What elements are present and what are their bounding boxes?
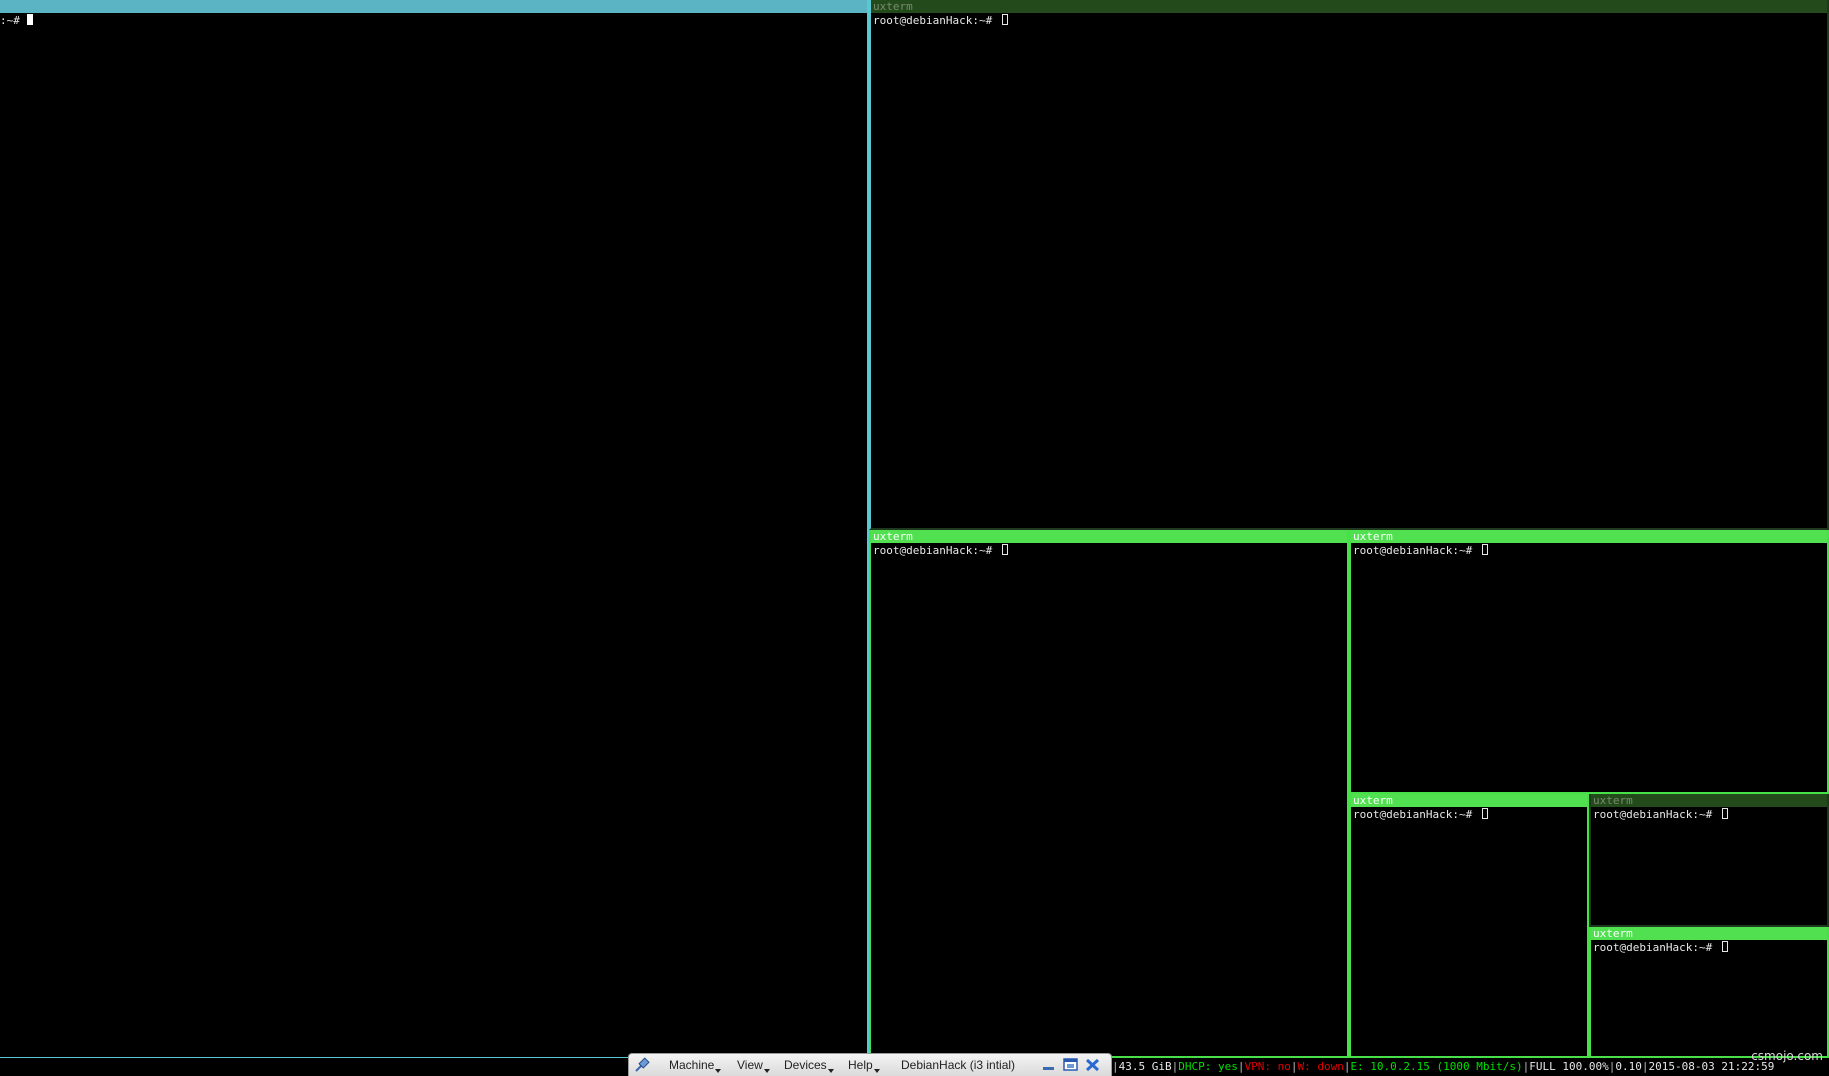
- terminal-prompt: root@debianHack:~#: [1353, 544, 1479, 557]
- desktop: :~# uxterm root@debianHack:~# uxterm roo…: [0, 0, 1829, 1076]
- terminal-content[interactable]: root@debianHack:~#: [1593, 941, 1827, 1056]
- vm-title: DebianHack (i3 intial): [901, 1058, 1016, 1072]
- terminal-window-low-c[interactable]: uxterm root@debianHack:~#: [1589, 927, 1829, 1058]
- status-disk: 43.5 GiB: [1118, 1060, 1172, 1073]
- terminal-content[interactable]: root@debianHack:~#: [1353, 808, 1587, 1056]
- window-titlebar[interactable]: uxterm: [1351, 530, 1827, 543]
- pin-icon[interactable]: [634, 1057, 650, 1072]
- window-titlebar[interactable]: uxterm: [1591, 927, 1827, 940]
- status-dhcp: DHCP: yes: [1178, 1060, 1238, 1073]
- window-titlebar-focused[interactable]: [0, 0, 867, 13]
- terminal-cursor: [26, 14, 33, 25]
- window-titlebar[interactable]: uxterm: [871, 530, 1347, 543]
- terminal-cursor: [1721, 941, 1728, 952]
- terminal-cursor: [1721, 808, 1728, 819]
- window-title: uxterm: [1353, 530, 1393, 543]
- terminal-prompt: root@debianHack:~#: [1353, 808, 1479, 821]
- terminal-window-mid-right[interactable]: uxterm root@debianHack:~#: [1349, 530, 1829, 794]
- terminal-prompt: root@debianHack:~#: [873, 544, 999, 557]
- window-title: uxterm: [873, 0, 913, 13]
- minimize-icon[interactable]: [1041, 1058, 1056, 1072]
- status-battery: FULL 100.00%: [1529, 1060, 1609, 1073]
- restore-icon[interactable]: [1063, 1058, 1078, 1072]
- terminal-window-top-right[interactable]: uxterm root@debianHack:~#: [869, 0, 1829, 530]
- close-icon[interactable]: [1085, 1058, 1100, 1072]
- terminal-prompt: :~#: [0, 14, 27, 27]
- focus-border-bottom: [0, 1057, 628, 1058]
- terminal-content[interactable]: root@debianHack:~#: [1353, 544, 1827, 792]
- i3-status-bar: |43.5 GiB|DHCP: yes|VPN: no|W: down|E: 1…: [1112, 1058, 1829, 1076]
- terminal-cursor: [1001, 544, 1008, 555]
- window-title: uxterm: [1593, 794, 1633, 807]
- menu-help[interactable]: Help: [848, 1058, 880, 1073]
- menu-machine[interactable]: Machine: [669, 1058, 721, 1073]
- terminal-content[interactable]: :~#: [0, 14, 867, 1058]
- terminal-content[interactable]: root@debianHack:~#: [873, 544, 1347, 1056]
- terminal-content[interactable]: root@debianHack:~#: [1593, 808, 1827, 925]
- terminal-prompt: root@debianHack:~#: [873, 14, 999, 27]
- terminal-content[interactable]: root@debianHack:~#: [873, 14, 1827, 528]
- watermark: csmojo.com: [1751, 1049, 1823, 1063]
- terminal-window-low-a[interactable]: uxterm root@debianHack:~#: [1349, 794, 1589, 1058]
- terminal-window-low-b[interactable]: uxterm root@debianHack:~#: [1589, 794, 1829, 927]
- terminal-cursor: [1481, 808, 1488, 819]
- terminal-prompt: root@debianHack:~#: [1593, 808, 1719, 821]
- menu-devices[interactable]: Devices: [784, 1058, 834, 1073]
- status-vpn: VPN: no: [1244, 1060, 1291, 1073]
- status-load: 0.10: [1615, 1060, 1642, 1073]
- terminal-cursor: [1481, 544, 1488, 555]
- window-title: uxterm: [1353, 794, 1393, 807]
- terminal-window-mid-left[interactable]: uxterm root@debianHack:~#: [869, 530, 1349, 1058]
- status-ethernet: E: 10.0.2.15 (1000 Mbit/s): [1350, 1060, 1523, 1073]
- virtualbox-mini-toolbar[interactable]: Machine View Devices Help DebianHack (i3…: [628, 1053, 1112, 1076]
- menu-view[interactable]: View: [737, 1058, 770, 1073]
- terminal-prompt: root@debianHack:~#: [1593, 941, 1719, 954]
- terminal-cursor: [1001, 14, 1008, 25]
- window-titlebar[interactable]: uxterm: [1591, 794, 1827, 807]
- window-title: uxterm: [873, 530, 913, 543]
- window-titlebar[interactable]: uxterm: [871, 0, 1827, 13]
- window-title: uxterm: [1593, 927, 1633, 940]
- status-wifi: W: down: [1297, 1060, 1344, 1073]
- terminal-window-left[interactable]: :~#: [0, 0, 869, 1058]
- window-titlebar[interactable]: uxterm: [1351, 794, 1587, 807]
